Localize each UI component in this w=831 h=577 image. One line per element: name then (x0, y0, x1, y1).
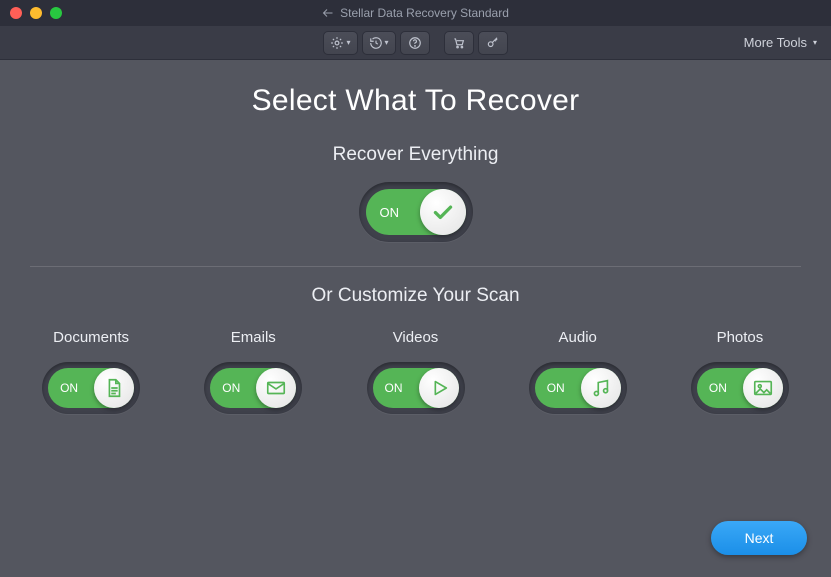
back-arrow-icon (322, 7, 334, 19)
toggle-on-label: ON (385, 381, 403, 395)
image-icon (752, 377, 774, 399)
toolbar-left-group: ▾ ▾ (323, 31, 429, 55)
next-button[interactable]: Next (711, 521, 807, 555)
category-emails: Emails ON (172, 329, 334, 414)
music-icon (590, 377, 612, 399)
check-icon (430, 199, 456, 225)
toggle-knob (743, 368, 783, 408)
toggle-on-label: ON (60, 381, 78, 395)
document-icon (103, 377, 125, 399)
toggle-knob (581, 368, 621, 408)
toolbar: ▾ ▾ More Tools ▾ (0, 26, 831, 60)
play-icon (428, 377, 450, 399)
photos-toggle[interactable]: ON (691, 362, 789, 414)
customize-scan-label: Or Customize Your Scan (0, 285, 831, 307)
toggle-knob (419, 368, 459, 408)
chevron-down-icon: ▾ (346, 38, 350, 47)
documents-toggle[interactable]: ON (42, 362, 140, 414)
videos-toggle[interactable]: ON (367, 362, 465, 414)
category-videos: Videos ON (334, 329, 496, 414)
toggle-on-label: ON (380, 205, 400, 220)
category-label: Videos (393, 329, 439, 346)
chevron-down-icon: ▾ (385, 38, 389, 47)
recover-everything-toggle[interactable]: ON (359, 182, 473, 242)
cart-icon (452, 36, 466, 50)
key-icon (486, 36, 500, 50)
category-label: Audio (559, 329, 597, 346)
email-icon (265, 377, 287, 399)
titlebar: Stellar Data Recovery Standard (0, 0, 831, 26)
main-content: Select What To Recover Recover Everythin… (0, 60, 831, 242)
chevron-down-icon: ▾ (813, 38, 817, 47)
settings-button[interactable]: ▾ (323, 31, 357, 55)
recover-everything-label: Recover Everything (30, 144, 801, 166)
toggle-on-label: ON (709, 381, 727, 395)
toggle-knob (256, 368, 296, 408)
category-documents: Documents ON (10, 329, 172, 414)
audio-toggle[interactable]: ON (529, 362, 627, 414)
emails-toggle[interactable]: ON (204, 362, 302, 414)
toggle-on-label: ON (222, 381, 240, 395)
help-button[interactable] (400, 31, 430, 55)
page-title: Select What To Recover (30, 84, 801, 118)
gear-icon (330, 36, 344, 50)
category-audio: Audio ON (497, 329, 659, 414)
cart-button[interactable] (444, 31, 474, 55)
toggle-knob (420, 189, 466, 235)
activate-button[interactable] (478, 31, 508, 55)
window-title-text: Stellar Data Recovery Standard (340, 6, 509, 20)
toolbar-right-group (444, 31, 508, 55)
categories-row: Documents ON Emails ON (0, 329, 831, 414)
category-label: Emails (231, 329, 276, 346)
category-photos: Photos ON (659, 329, 821, 414)
toggle-on-label: ON (547, 381, 565, 395)
divider (30, 266, 801, 267)
window-title: Stellar Data Recovery Standard (0, 6, 831, 20)
more-tools-label: More Tools (744, 35, 807, 50)
category-label: Photos (717, 329, 764, 346)
history-button[interactable]: ▾ (362, 31, 396, 55)
category-label: Documents (53, 329, 129, 346)
toggle-knob (94, 368, 134, 408)
history-icon (369, 36, 383, 50)
help-icon (408, 36, 422, 50)
more-tools-menu[interactable]: More Tools ▾ (744, 35, 817, 50)
